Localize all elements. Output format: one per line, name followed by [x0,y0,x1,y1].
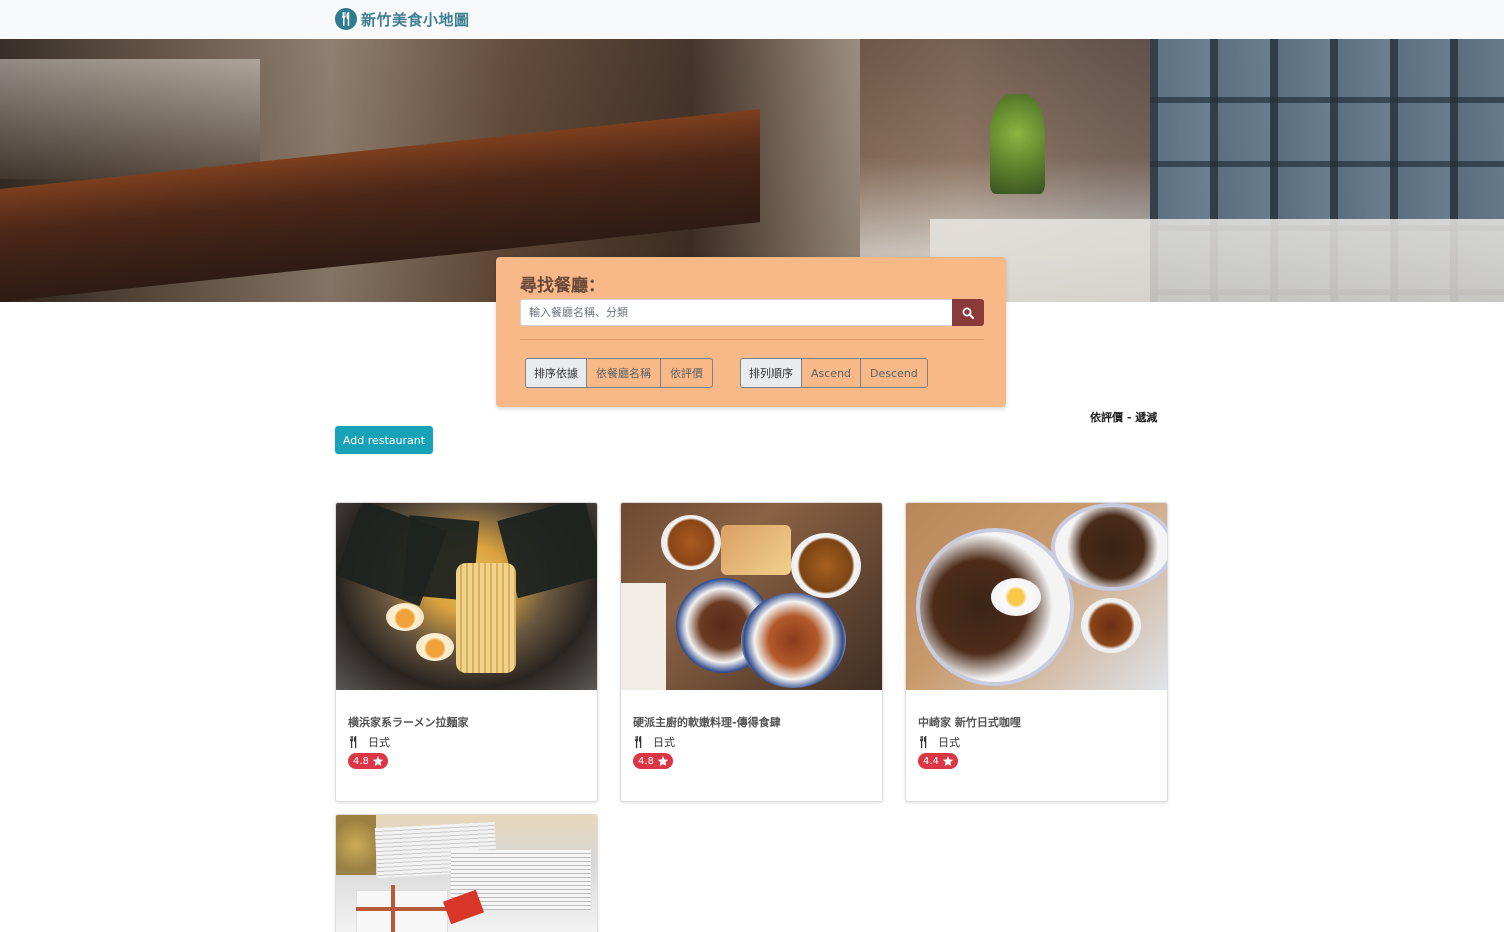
search-title: 尋找餐廳： [520,276,605,296]
restaurant-category: 日式 [633,734,675,750]
rating-value: 4.8 [353,755,369,767]
rating-value: 4.4 [923,755,939,767]
restaurant-name: 硬派主廚的軟嫩料理-傳得食肆 [633,716,781,729]
brand-link[interactable]: 新竹美食小地圖 [335,7,470,31]
descend-button[interactable]: Descend [861,359,927,387]
star-icon [942,756,954,766]
navbar: 新竹美食小地圖 [0,0,1504,39]
rating-value: 4.8 [638,755,654,767]
restaurant-photo [336,503,597,690]
sort-status-by: 依評價 [1090,411,1123,424]
utensils-icon [335,8,357,30]
rating-badge: 4.4 [918,753,958,769]
utensils-icon [350,736,357,748]
sort-by-rating-button[interactable]: 依評價 [661,359,712,387]
search-input[interactable] [520,299,952,326]
divider [520,339,984,340]
restaurant-category-label: 日式 [653,736,675,749]
restaurant-category: 日式 [348,734,390,750]
restaurant-card[interactable]: 硬派主廚的軟嫩料理-傳得食肆 日式 4.8 [620,502,883,802]
search-icon [962,307,974,319]
rating-badge: 4.8 [633,753,673,769]
search-button[interactable] [952,299,984,326]
restaurant-photo [906,503,1167,690]
restaurant-category-label: 日式 [368,736,390,749]
sort-order-label: 排列順序 [741,359,802,387]
sort-by-group: 排序依據 依餐廳名稱 依評價 [525,358,713,388]
restaurant-card[interactable]: 横浜家系ラーメン拉麵家 日式 4.8 [335,502,598,802]
add-restaurant-button[interactable]: Add restaurant [335,426,433,454]
sort-status: 依評價 - 遞減 [1090,409,1157,425]
restaurant-name: 横浜家系ラーメン拉麵家 [348,716,469,729]
sort-order-group: 排列順序 Ascend Descend [740,358,928,388]
star-icon [657,756,669,766]
restaurant-card[interactable]: 中崎家 新竹日式咖哩 日式 4.4 [905,502,1168,802]
restaurant-photo [336,815,597,932]
sort-by-label: 排序依據 [526,359,587,387]
rating-badge: 4.8 [348,753,388,769]
restaurant-name: 中崎家 新竹日式咖哩 [918,716,1021,729]
ascend-button[interactable]: Ascend [802,359,862,387]
star-icon [372,756,384,766]
sort-status-separator: - [1123,411,1136,424]
utensils-icon [920,736,927,748]
search-panel: 尋找餐廳： 排序依據 依餐廳名稱 依評價 排列順序 Ascend Descend [496,257,1006,407]
restaurant-photo [621,503,882,690]
sort-by-name-button[interactable]: 依餐廳名稱 [587,359,661,387]
restaurant-category-label: 日式 [938,736,960,749]
utensils-icon [635,736,642,748]
sort-status-order: 遞減 [1135,411,1158,424]
restaurant-card[interactable] [335,814,598,932]
restaurant-category: 日式 [918,734,960,750]
brand-title: 新竹美食小地圖 [361,10,470,29]
